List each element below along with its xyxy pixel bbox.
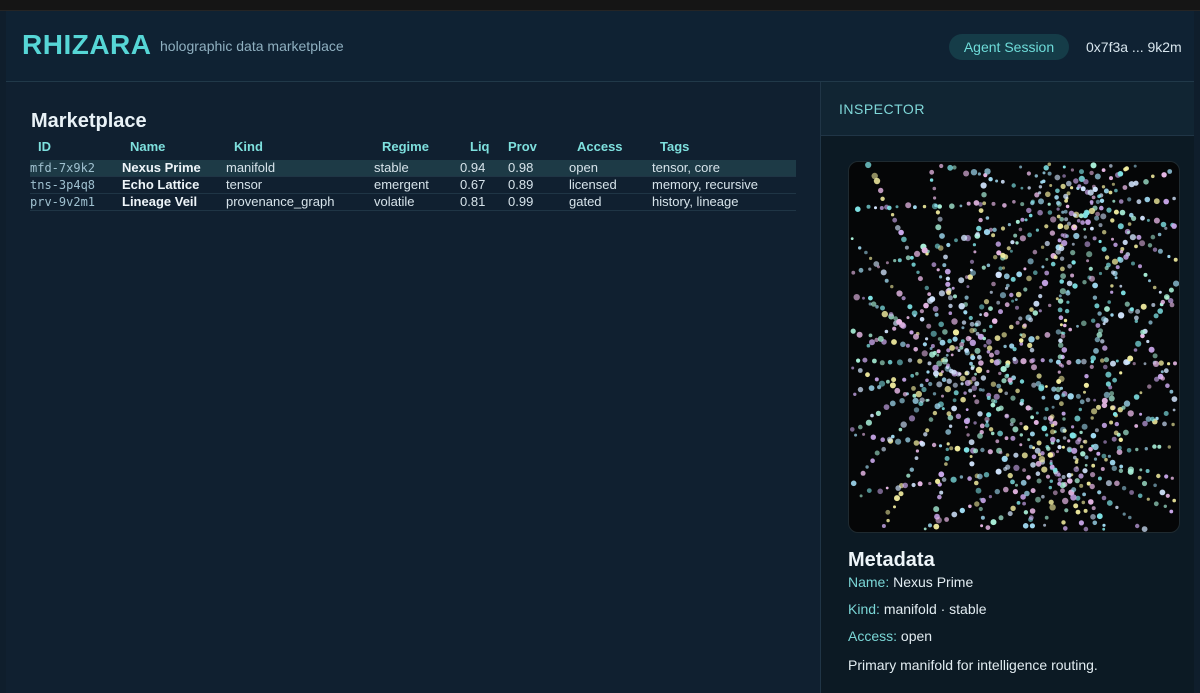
cell-name: Echo Lattice (122, 176, 226, 194)
column-header-tags[interactable]: Tags (652, 137, 796, 160)
cell-tags: tensor, core (652, 160, 796, 177)
cell-prov: 0.99 (508, 193, 569, 211)
cell-access: licensed (569, 176, 652, 194)
cell-tags: history, lineage (652, 193, 796, 211)
column-header-access[interactable]: Access (569, 137, 652, 160)
column-header-kind[interactable]: Kind (226, 137, 374, 160)
table-header-row: ID Name Kind Regime Liq Prov Access Tags (30, 137, 796, 160)
cell-kind: manifold (226, 160, 374, 177)
app-tagline: holographic data marketplace (160, 38, 344, 54)
cell-access: open (569, 160, 652, 177)
column-header-id[interactable]: ID (30, 137, 122, 160)
cell-tags: memory, recursive (652, 176, 796, 194)
wallet-address[interactable]: 0x7f3a ... 9k2m (1086, 39, 1182, 55)
column-header-liq[interactable]: Liq (460, 137, 508, 160)
column-header-regime[interactable]: Regime (374, 137, 460, 160)
metadata-name: Name: Nexus Prime (848, 574, 973, 590)
cell-id: mfd-7x9k2 (30, 160, 122, 177)
metadata-kind-value: manifold · stable (883, 601, 987, 617)
cell-liq: 0.81 (460, 193, 508, 211)
cell-liq: 0.67 (460, 176, 508, 194)
cell-regime: stable (374, 160, 460, 177)
metadata-access: Access: open (848, 628, 932, 644)
inspector-title: INSPECTOR (839, 101, 925, 117)
metadata-access-key: Access: (848, 628, 898, 644)
cell-kind: provenance_graph (226, 193, 374, 211)
table-row[interactable]: prv-9v2m1 Lineage Veil provenance_graph … (30, 193, 796, 211)
metadata-kind: Kind: manifold · stable (848, 601, 987, 617)
cell-name: Nexus Prime (122, 160, 226, 177)
metadata-access-value: open (900, 628, 933, 644)
column-header-prov[interactable]: Prov (508, 137, 569, 160)
window-top-strip (0, 0, 1200, 11)
app-header: RHIZARA holographic data marketplace Age… (6, 11, 1194, 82)
cell-kind: tensor (226, 176, 374, 194)
marketplace-title: Marketplace (31, 110, 147, 132)
cell-access: gated (569, 193, 652, 211)
table-row[interactable]: tns-3p4q8 Echo Lattice tensor emergent 0… (30, 176, 796, 194)
cell-liq: 0.94 (460, 160, 508, 177)
inspector-panel: INSPECTOR Metadata Name: Nexus Prime Kin… (821, 82, 1194, 693)
table-row[interactable]: mfd-7x9k2 Nexus Prime manifold stable 0.… (30, 160, 796, 177)
point-lattice-image (850, 162, 1179, 532)
metadata-description: Primary manifold for intelligence routin… (848, 657, 1098, 673)
marketplace-panel: Marketplace ID Name Kind Regime Liq Prov… (6, 82, 821, 693)
agent-session-button[interactable]: Agent Session (949, 34, 1069, 60)
cell-regime: emergent (374, 176, 460, 194)
inspector-header: INSPECTOR (821, 82, 1194, 136)
holographic-visualization[interactable] (848, 161, 1180, 533)
marketplace-table: ID Name Kind Regime Liq Prov Access Tags… (30, 137, 796, 211)
cell-prov: 0.89 (508, 176, 569, 194)
cell-id: tns-3p4q8 (30, 176, 122, 194)
app-logo: RHIZARA (22, 29, 152, 60)
metadata-name-key: Name: (848, 574, 890, 590)
metadata-title: Metadata (848, 549, 935, 571)
cell-prov: 0.98 (508, 160, 569, 177)
metadata-name-value: Nexus Prime (893, 574, 974, 590)
column-header-name[interactable]: Name (122, 137, 226, 160)
cell-regime: volatile (374, 193, 460, 211)
cell-name: Lineage Veil (122, 193, 226, 211)
metadata-kind-key: Kind: (848, 601, 880, 617)
cell-id: prv-9v2m1 (30, 193, 122, 211)
